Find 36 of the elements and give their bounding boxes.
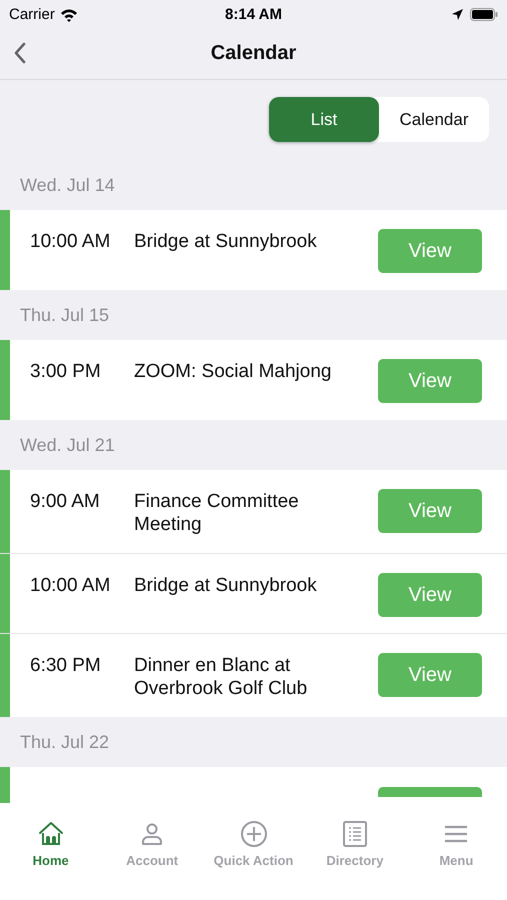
tab-bar-item[interactable]: Menu xyxy=(406,821,507,868)
event-title: Dinner en Blanc at Overbrook Golf Club xyxy=(134,654,308,701)
screen-title: Calendar xyxy=(210,42,296,65)
event-title: Bridge at Sunnybrook xyxy=(134,230,318,254)
event-title: ZOOM: Social Mahjong xyxy=(134,360,332,384)
back-chevron-icon xyxy=(14,42,27,64)
plus-circle-icon xyxy=(240,821,267,847)
event-time: 9:00 AM xyxy=(30,490,101,513)
view-button[interactable]: View xyxy=(378,229,482,273)
tab-bar-item[interactable]: Directory xyxy=(304,821,406,868)
event-time: 10:00 AM xyxy=(30,574,112,597)
view-button[interactable]: View xyxy=(378,653,482,697)
tab-bar-item[interactable]: Home xyxy=(0,821,102,868)
view-button[interactable]: View xyxy=(378,489,482,533)
list-icon xyxy=(342,821,368,847)
date-header: Thu. Jul 15 xyxy=(20,304,110,326)
location-arrow-icon xyxy=(451,8,464,20)
event-time: 10:00 AM xyxy=(30,230,112,253)
view-button[interactable]: View xyxy=(378,359,482,403)
event-time: 6:30 PM xyxy=(30,654,102,677)
tab-bar-item[interactable]: Account xyxy=(101,821,203,868)
event-title: Bridge at Sunnybrook xyxy=(134,574,318,598)
date-header: Thu. Jul 22 xyxy=(20,732,110,752)
view-button[interactable]: View xyxy=(378,573,482,617)
event-time: 3:00 PM xyxy=(30,360,102,383)
view-tab[interactable]: List xyxy=(269,97,379,142)
event-accent-bar xyxy=(0,767,10,803)
clock-time: 8:14 AM xyxy=(225,6,282,22)
event-title: Finance Committee Meeting xyxy=(134,490,300,537)
wifi-icon xyxy=(60,6,78,22)
home-icon xyxy=(38,821,64,847)
date-header: Wed. Jul 21 xyxy=(20,434,115,456)
battery-icon xyxy=(470,8,498,20)
tab-bar-item[interactable]: Quick Action xyxy=(202,821,304,868)
date-header: Wed. Jul 14 xyxy=(20,174,115,196)
carrier-name: Carrier xyxy=(9,6,55,22)
